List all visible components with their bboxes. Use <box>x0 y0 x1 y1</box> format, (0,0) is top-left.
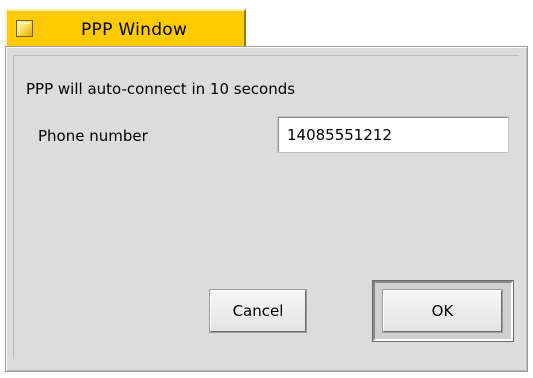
ok-button[interactable]: OK <box>383 290 502 332</box>
status-message: PPP will auto-connect in 10 seconds <box>26 80 296 98</box>
close-box-icon[interactable] <box>16 20 33 37</box>
desktop: PPP Window PPP will auto-connect in 10 s… <box>0 0 533 378</box>
cancel-button[interactable]: Cancel <box>210 290 306 332</box>
window-title-tab[interactable]: PPP Window <box>5 9 246 47</box>
phone-number-input[interactable] <box>278 117 508 152</box>
phone-number-label: Phone number <box>38 127 148 145</box>
window-title: PPP Window <box>81 20 188 40</box>
